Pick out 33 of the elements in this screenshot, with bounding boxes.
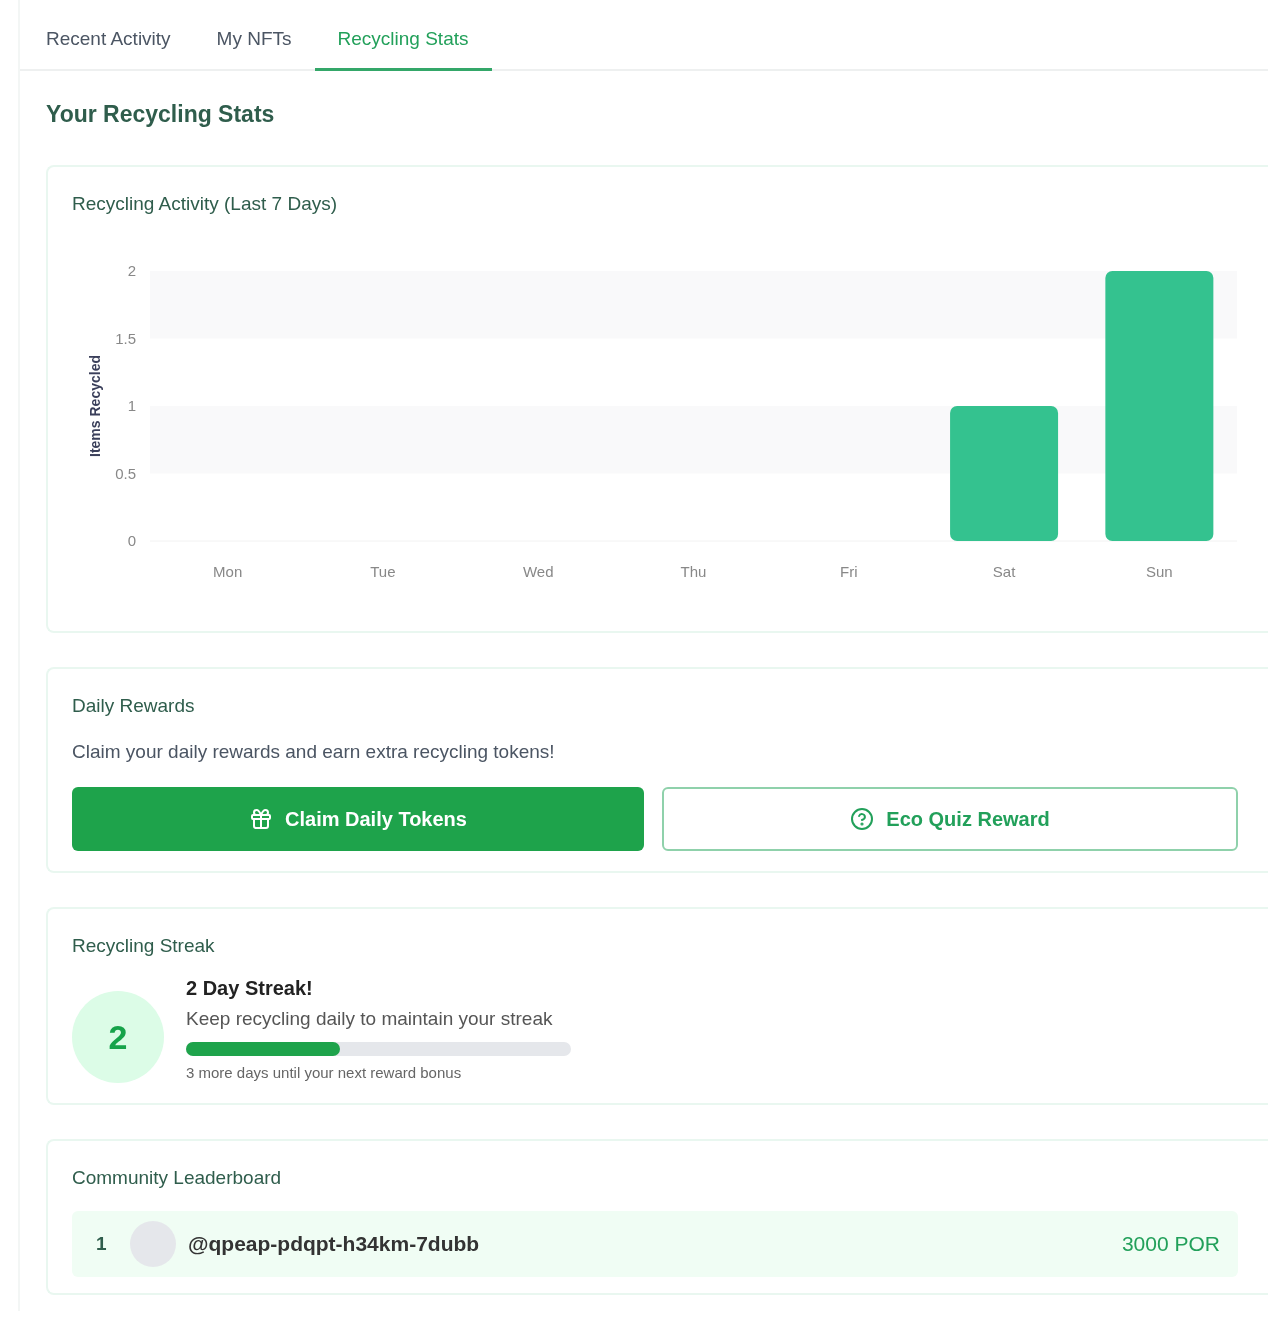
y-tick-label: 2 <box>127 262 136 279</box>
streak-count: 2 <box>72 991 164 1083</box>
y-tick-label: 1 <box>127 397 136 414</box>
tab[interactable]: My NFTs <box>193 12 315 71</box>
quiz-button[interactable]: Eco Quiz Reward <box>662 787 1238 851</box>
streak-description: Keep recycling daily to maintain your streak <box>186 1008 554 1030</box>
x-tick-label: Mon <box>213 563 243 580</box>
rewards-description: Claim your daily rewards and earn extra recycling tokens! <box>72 741 556 763</box>
card-title: Community Leaderboard <box>72 1167 283 1189</box>
streak-headline: 2 Day Streak! <box>186 977 314 1000</box>
claim-button[interactable]: Claim Daily Tokens <box>72 787 644 851</box>
tab[interactable]: Recycling Stats <box>314 12 492 71</box>
card-title: Recycling Activity (Last 7 Days) <box>72 193 339 215</box>
y-tick-label: 1.5 <box>115 329 136 347</box>
help-icon <box>850 807 875 831</box>
card-title: Daily Rewards <box>72 695 196 717</box>
tab[interactable]: Recent Activity <box>20 12 194 71</box>
x-tick-label: Thu <box>680 563 707 580</box>
x-tick-label: Tue <box>370 563 396 580</box>
gift-icon <box>249 807 274 831</box>
card-title: Recycling Streak <box>72 935 216 957</box>
y-axis-label: Items Recycled <box>87 355 103 457</box>
section-heading: Your Recycling Stats <box>46 101 276 128</box>
y-tick-label: 0 <box>127 532 136 549</box>
x-tick-label: Wed <box>522 563 554 580</box>
rank: 1 <box>96 1233 108 1255</box>
x-tick-label: Sun <box>1146 563 1173 580</box>
x-tick-label: Fri <box>840 563 858 580</box>
username: @qpeap-pdqpt-h34km-7dubb <box>188 1232 481 1256</box>
score: 3000 POR <box>1121 1232 1220 1256</box>
x-tick-label: Sat <box>992 563 1016 580</box>
y-tick-label: 0.5 <box>115 464 136 482</box>
streak-note: 3 more days until your next reward bonus <box>186 1064 463 1081</box>
